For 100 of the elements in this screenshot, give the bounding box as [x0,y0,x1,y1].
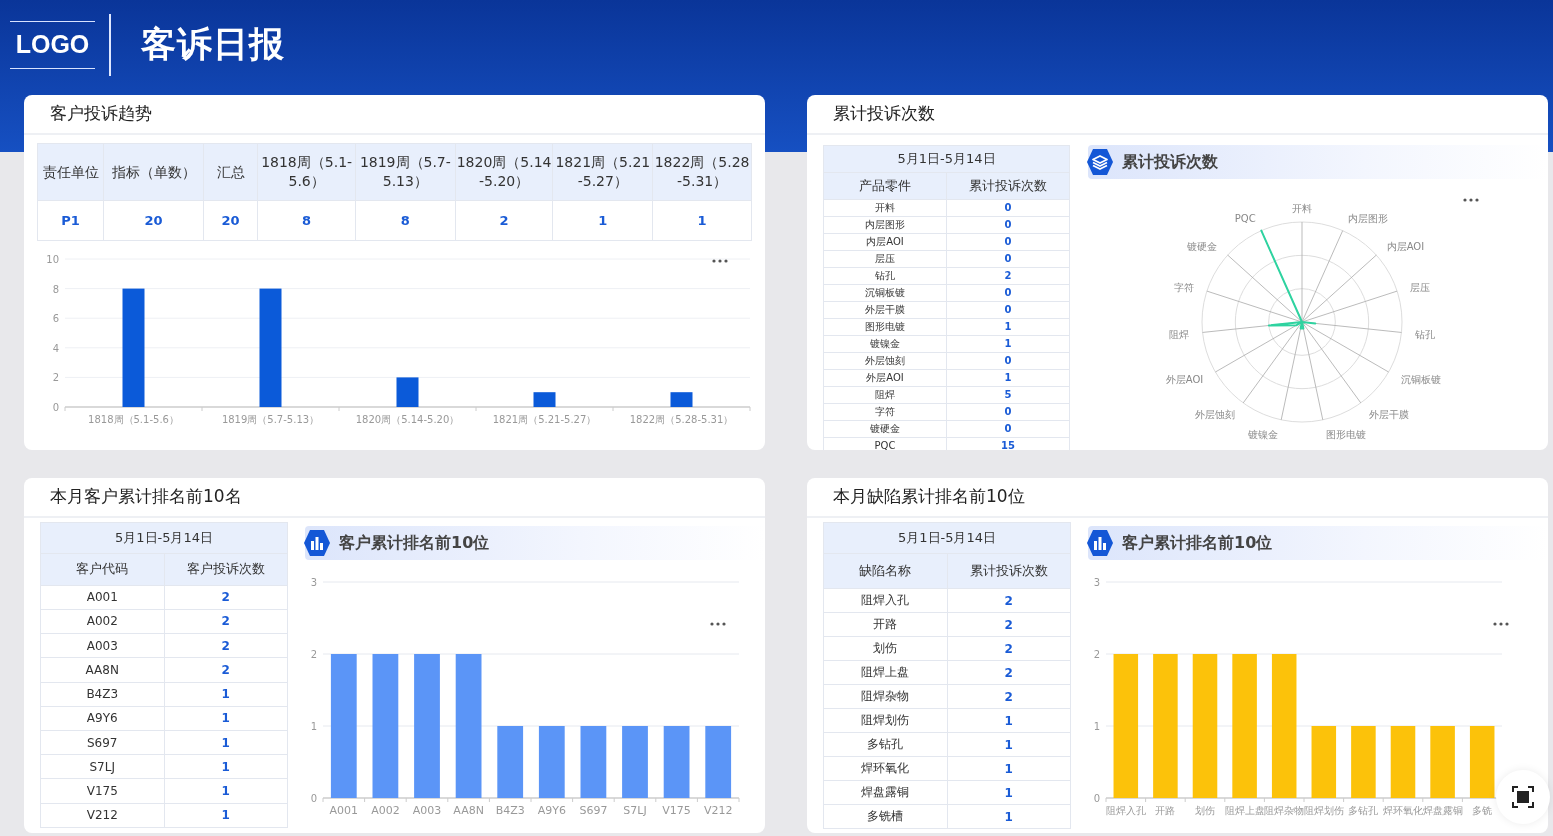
column-header: 指标（单数） [103,143,204,201]
table-cell: 阻焊入孔 [823,588,947,613]
table-cell: 2 [947,588,1071,613]
axis-label: 内层图形 [1348,212,1389,224]
logo: LOGO [10,20,95,69]
axis-tick-label: 4 [52,342,59,354]
axis-label: 多钻孔 [1348,805,1379,816]
column-header: 客户投诉次数 [164,553,288,586]
period-header: 5月1日-5月14日 [823,145,1070,173]
table-cell: 多铣槽 [823,804,947,829]
card-title: 累计投诉次数 [833,102,935,125]
table-cell: 0 [946,420,1070,438]
table-cell: P1 [37,200,104,241]
table-cell: PQC [823,437,947,450]
column-header: 汇总 [203,143,258,201]
axis-label: 层压 [1410,281,1431,293]
axis-tick-label: 1 [1093,721,1100,732]
column-header: 责任单位 [37,143,104,201]
axis-tick-label: 2 [310,649,317,660]
table-cell: A001 [40,585,164,610]
more-icon[interactable] [1493,622,1509,626]
axis-label: 焊盘露铜 [1422,805,1463,816]
axis-label: A003 [412,804,442,817]
table-cell: 焊环氧化 [823,756,947,781]
axis-label: B4Z3 [495,804,525,817]
table-cell: S697 [40,730,164,755]
column-header: 1821周（5.21-5.27） [552,143,653,201]
table-cell: 5 [946,386,1070,404]
more-icon[interactable] [1463,198,1479,202]
table-cell: 0 [946,199,1070,217]
table-cell: 开路 [823,612,947,637]
table-cell: V175 [40,778,164,804]
table-cell: 阻焊杂物 [823,684,947,709]
axis-tick-label: 0 [1093,793,1100,804]
bar-chart-icon [303,529,331,557]
axis-label: V212 [703,804,733,817]
page-title: 客诉日报 [141,23,285,66]
fullscreen-icon [1512,786,1534,808]
axis-label: 阻焊划伤 [1303,805,1344,816]
table-cell: 开料 [823,199,947,217]
table-cell: S7LJ [40,754,164,779]
table-cell: 0 [946,284,1070,302]
table-cell: 2 [164,633,288,658]
section-title: 客户累计排名前10位 [339,532,490,554]
column-header: 1822周（5.28-5.31） [652,143,752,201]
axis-label: 1822周（5.28-5.31） [629,414,734,425]
axis-label: 开料 [1292,203,1312,214]
axis-tick-label: 3 [1093,577,1100,588]
section-title: 客户累计排名前10位 [1122,532,1273,554]
table-cell: 1 [164,682,288,707]
axis-label: 1819周（5.7-5.13） [221,414,320,425]
table-cell: 0 [946,233,1070,251]
table-cell: 沉铜板镀 [823,284,947,302]
table-cell: 1 [946,369,1070,387]
axis-label: S697 [579,804,608,817]
axis-label: 1818周（5.1-5.6） [88,414,179,425]
table-cell: 图形电镀 [823,318,947,336]
table-cell: 0 [946,250,1070,268]
column-header: 累计投诉次数 [947,553,1071,589]
axis-tick-label: 3 [310,577,317,588]
table-cell: 镀硬金 [823,420,947,438]
table-cell: 外层蚀刻 [823,352,947,370]
table-cell: 1 [164,730,288,755]
table-cell: 内层AOI [823,233,947,251]
card-title: 本月缺陷累计排名前10位 [833,485,1025,508]
axis-label: V175 [662,804,691,817]
more-icon[interactable] [710,622,726,626]
table-cell: 钻孔 [823,267,947,285]
axis-label: 1821周（5.21-5.27） [492,414,597,425]
column-header: 缺陷名称 [823,553,947,589]
table-cell: 1 [164,778,288,804]
axis-label: 阻焊上盘 [1224,805,1265,816]
column-header: 1820周（5.14-5.20） [455,143,553,201]
table-cell: 内层图形 [823,216,947,234]
section-title: 累计投诉次数 [1122,151,1218,173]
axis-tick-label: 0 [52,402,59,413]
axis-label: S7LJ [623,804,647,817]
axis-tick-label: 1 [310,721,317,732]
column-header: 1819周（5.7-5.13） [355,143,456,201]
more-icon[interactable] [712,259,728,263]
axis-label: A9Y6 [537,804,566,817]
table-cell: 1 [552,200,653,241]
table-cell: 外层干膜 [823,301,947,319]
table-cell: A002 [40,609,164,634]
axis-label: A001 [329,804,359,817]
axis-label: A002 [371,804,400,817]
axis-label: 开路 [1155,805,1176,816]
table-cell: 层压 [823,250,947,268]
table-cell: 0 [946,301,1070,319]
axis-label: 钻孔 [1415,328,1436,340]
table-cell: 1 [947,708,1071,733]
axis-label: 外层AOI [1165,374,1204,385]
table-cell: 2 [455,200,553,241]
card-title: 客户投诉趋势 [50,102,152,125]
axis-label: 沉铜板镀 [1400,374,1441,385]
axis-label: 镀硬金 [1187,240,1218,252]
axis-label: 阻焊入孔 [1105,805,1146,816]
axis-tick-label: 10 [46,254,59,265]
table-cell: 2 [164,585,288,610]
table-cell: 焊盘露铜 [823,780,947,805]
